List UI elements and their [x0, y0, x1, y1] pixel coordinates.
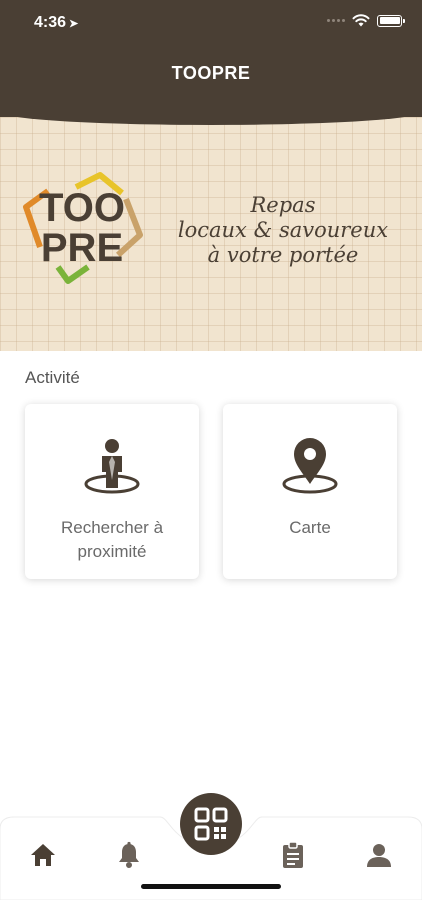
person-location-icon [84, 439, 140, 494]
banner-tagline: Repas locaux & savoureux à votre portée [158, 193, 408, 268]
location-arrow-icon: ➤ [69, 18, 79, 30]
nav-profile-button[interactable] [357, 835, 401, 875]
tagline-line-2: locaux & savoureux [177, 218, 389, 242]
clipboard-icon [283, 841, 303, 868]
signal-icon [327, 19, 345, 22]
status-bar: 4:36 ➤ [0, 0, 422, 44]
qr-code-icon [194, 807, 228, 841]
search-nearby-label: Rechercher à proximité [60, 518, 164, 561]
qr-code-button[interactable] [180, 793, 242, 855]
profile-icon [367, 844, 391, 867]
map-pin-icon [282, 438, 338, 494]
bell-icon [119, 841, 139, 868]
wifi-icon [352, 14, 370, 27]
map-label: Carte [289, 518, 331, 537]
home-indicator [141, 884, 281, 889]
hero-banner: TOO PRE Repas locaux & savoureux à votre… [0, 117, 422, 351]
nav-notifications-button[interactable] [107, 835, 151, 875]
home-icon [31, 844, 55, 866]
page-title: TOOPRE [171, 63, 251, 83]
nav-home-button[interactable] [21, 835, 65, 875]
map-card[interactable]: Carte [223, 404, 397, 579]
battery-icon [377, 14, 405, 27]
clock-text: 4:36 [34, 14, 67, 31]
search-nearby-card[interactable]: Rechercher à proximité [25, 404, 199, 579]
logo-text-bottom: PRE [41, 226, 123, 270]
tagline-line-3: à votre portée [207, 243, 359, 267]
tagline-line-1: Repas [250, 193, 316, 217]
nav-orders-button[interactable] [271, 835, 315, 875]
status-time: 4:36 ➤ [34, 14, 78, 32]
app-header: 4:36 ➤ TOOPRE [0, 0, 422, 117]
toopre-logo: TOO PRE [23, 172, 143, 284]
activity-section-title: Activité [25, 368, 80, 387]
status-indicators [327, 14, 405, 27]
logo-text-top: TOO [39, 186, 125, 230]
